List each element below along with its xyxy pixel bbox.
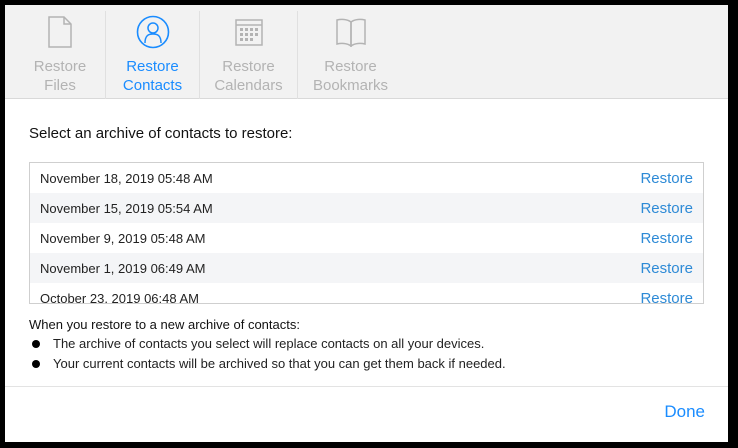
restore-note-title: When you restore to a new archive of con…: [29, 317, 300, 332]
restore-link[interactable]: Restore: [640, 290, 693, 304]
archive-list[interactable]: November 18, 2019 05:48 AM Restore Novem…: [29, 162, 704, 304]
page-title: Select an archive of contacts to restore…: [29, 125, 293, 142]
archive-row: November 15, 2019 05:54 AM Restore: [30, 193, 703, 223]
archive-date: November 18, 2019 05:48 AM: [40, 170, 213, 186]
tab-bookmarks-line1: Restore: [324, 58, 377, 75]
book-icon: [331, 12, 371, 52]
tab-files-line2: Files: [44, 77, 76, 94]
archive-date: November 15, 2019 05:54 AM: [40, 200, 213, 216]
bullet-icon: [32, 340, 40, 348]
tab-contacts-line1: Restore: [126, 58, 179, 75]
bullet-icon: [32, 360, 40, 368]
tab-restore-files[interactable]: Restore Files: [15, 5, 105, 98]
tab-files-label: Restore Files: [34, 57, 87, 95]
archive-date: November 9, 2019 05:48 AM: [40, 230, 206, 246]
tab-bookmarks-label: Restore Bookmarks: [313, 57, 388, 95]
done-button[interactable]: Done: [664, 402, 705, 422]
tab-calendars-label: Restore Calendars: [214, 57, 282, 95]
tab-restore-contacts[interactable]: Restore Contacts: [106, 5, 199, 98]
tab-bookmarks-line2: Bookmarks: [312, 77, 389, 94]
restore-link[interactable]: Restore: [640, 170, 693, 187]
restore-note-list: The archive of contacts you select will …: [29, 334, 506, 374]
tab-files-line1: Restore: [33, 58, 87, 75]
archive-row: October 23, 2019 06:48 AM Restore: [30, 283, 703, 304]
archive-row: November 9, 2019 05:48 AM Restore: [30, 223, 703, 253]
restore-note-item: The archive of contacts you select will …: [29, 334, 506, 354]
restore-tabs-toolbar: Restore Files Restore Contacts Restore C…: [5, 5, 728, 99]
tab-restore-calendars[interactable]: Restore Calendars: [200, 5, 297, 98]
archive-date: November 1, 2019 06:49 AM: [40, 260, 206, 276]
archive-row: November 18, 2019 05:48 AM Restore: [30, 163, 703, 193]
restore-dialog: Restore Files Restore Contacts Restore C…: [5, 5, 728, 442]
archive-date: October 23, 2019 06:48 AM: [40, 290, 199, 304]
calendar-icon: [229, 12, 269, 52]
restore-note-text: Your current contacts will be archived s…: [53, 356, 506, 371]
person-icon: [133, 12, 173, 52]
restore-link[interactable]: Restore: [640, 200, 693, 217]
footer-divider: [5, 386, 728, 387]
tab-contacts-label: Restore Contacts: [123, 57, 182, 95]
tab-calendars-line1: Restore: [222, 58, 275, 75]
archive-row: November 1, 2019 06:49 AM Restore: [30, 253, 703, 283]
document-icon: [40, 12, 80, 52]
restore-link[interactable]: Restore: [640, 230, 693, 247]
restore-link[interactable]: Restore: [640, 260, 693, 277]
tab-calendars-line2: Calendars: [214, 77, 283, 94]
tab-contacts-line2: Contacts: [122, 77, 183, 94]
restore-note-item: Your current contacts will be archived s…: [29, 354, 506, 374]
restore-note-text: The archive of contacts you select will …: [53, 336, 485, 351]
tab-restore-bookmarks[interactable]: Restore Bookmarks: [298, 5, 403, 98]
